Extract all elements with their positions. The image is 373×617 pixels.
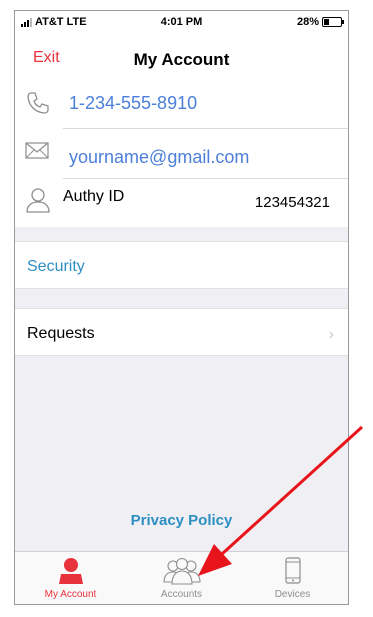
tab-my-account[interactable]: My Account [15,552,126,604]
navigation-bar: Exit My Account [15,33,348,79]
security-label[interactable]: Security [27,258,85,276]
person-icon [15,557,126,585]
phone-number[interactable]: 1-234-555-8910 [69,93,197,114]
requests-label: Requests [27,325,95,342]
phone-row[interactable]: 1-234-555-8910 [15,79,348,129]
tab-label: Devices [274,589,311,600]
privacy-policy-link[interactable]: Privacy Policy [15,512,348,529]
tab-label: My Account [44,589,97,600]
user-icon [25,187,51,218]
email-row[interactable]: yourname@gmail.com [15,129,348,179]
battery-percent: 28% [296,16,319,28]
chevron-right-icon: › [328,326,334,343]
phone-icon [25,90,51,121]
authy-id-value: 123454321 [254,194,330,211]
status-bar: AT&T LTE 4:01 PM 28% [15,11,348,33]
account-info-card: 1-234-555-8910 yourname@gmail.com Authy … [15,79,348,227]
mail-icon [25,141,51,166]
authy-id-row: Authy ID 123454321 [15,179,348,227]
status-right: 28% [296,16,344,28]
phone-screen: AT&T LTE 4:01 PM 28% Exit My Account 1-2… [14,10,349,605]
email-address[interactable]: yourname@gmail.com [69,147,249,168]
people-group-icon [126,557,237,585]
phone-device-icon [237,557,348,585]
battery-icon [322,17,344,27]
security-row[interactable]: Security [15,241,348,289]
requests-row[interactable]: Requests › [15,308,348,356]
tab-bar: My Account Accounts Devices [15,551,348,604]
tab-devices[interactable]: Devices [237,552,348,604]
authy-id-label: Authy ID [63,188,125,205]
page-title: My Account [133,50,230,69]
tab-label: Accounts [160,589,203,600]
tab-accounts[interactable]: Accounts [126,552,237,604]
